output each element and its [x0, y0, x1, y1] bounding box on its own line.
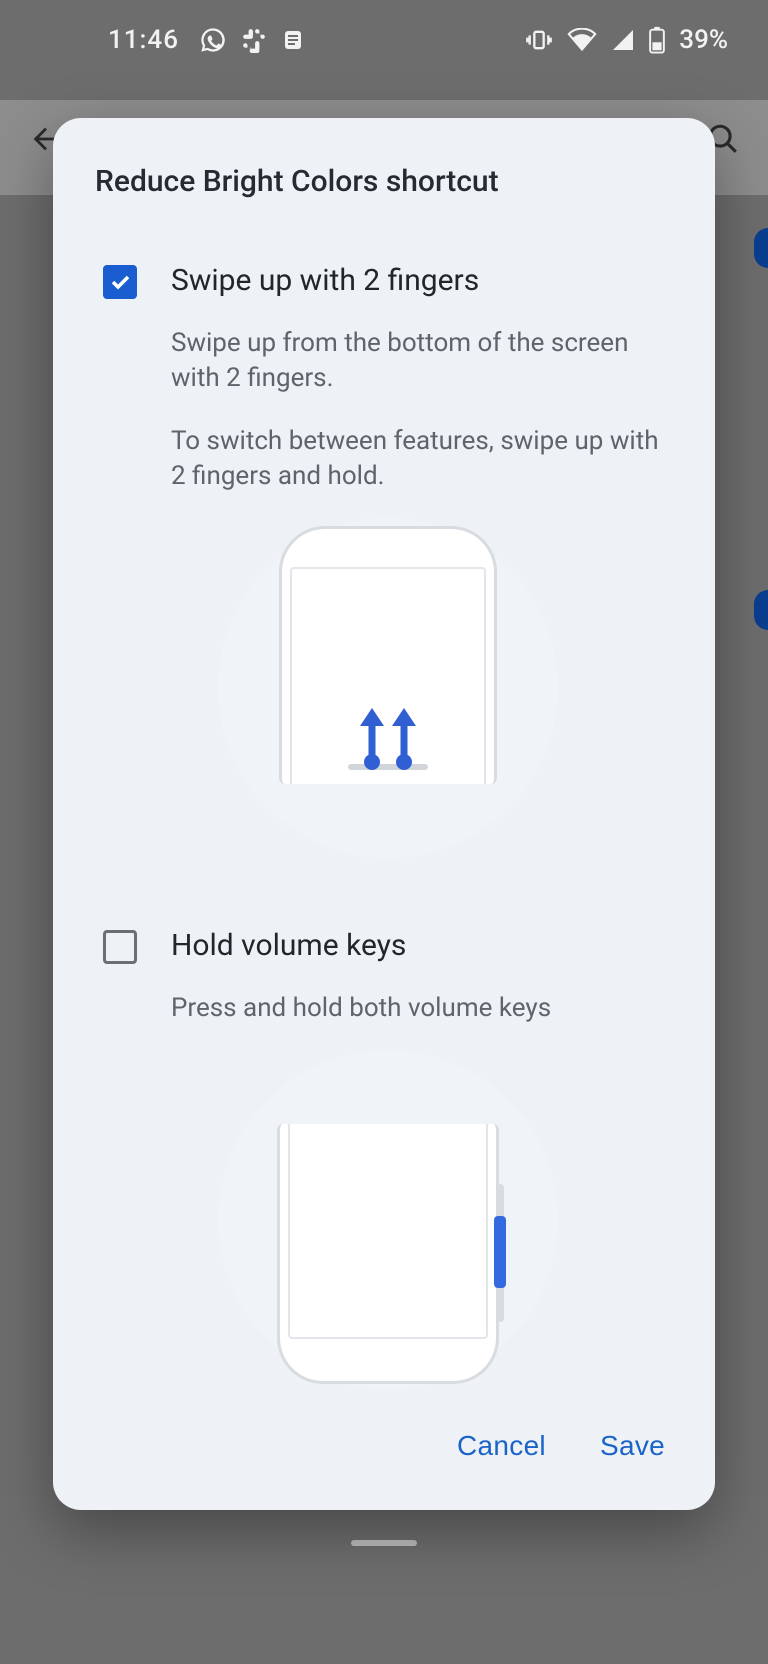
slack-icon	[241, 27, 267, 53]
vibrate-icon	[525, 26, 553, 54]
checkbox-volume-keys[interactable]	[103, 930, 137, 964]
background-toggle	[754, 228, 768, 268]
option-swipe-up[interactable]: Swipe up with 2 fingers Swipe up from th…	[53, 219, 715, 868]
option-title: Hold volume keys	[171, 928, 673, 963]
dialog-body: Swipe up with 2 fingers Swipe up from th…	[53, 219, 715, 1400]
status-bar: 11:46 39%	[0, 0, 768, 80]
option-title: Swipe up with 2 fingers	[171, 263, 673, 298]
document-icon	[281, 28, 305, 52]
battery-icon	[649, 26, 665, 54]
cancel-button[interactable]: Cancel	[457, 1430, 546, 1462]
illustration-volume	[103, 1026, 673, 1400]
dialog-actions: Cancel Save	[53, 1400, 715, 1510]
whatsapp-icon	[199, 26, 227, 54]
option-desc: Swipe up from the bottom of the screen w…	[171, 326, 673, 396]
battery-percent: 39%	[679, 25, 728, 55]
option-desc: Press and hold both volume keys	[171, 991, 673, 1026]
option-volume-keys[interactable]: Hold volume keys Press and hold both vol…	[53, 868, 715, 1400]
shortcut-dialog: Reduce Bright Colors shortcut Swipe up w…	[53, 118, 715, 1510]
signal-icon	[611, 28, 635, 52]
checkbox-swipe-up[interactable]	[103, 265, 137, 299]
status-right: 39%	[525, 25, 728, 55]
status-left: 11:46	[108, 25, 305, 55]
illustration-swipe	[103, 494, 673, 868]
swipe-arrows-icon	[361, 708, 415, 770]
save-button[interactable]: Save	[600, 1430, 665, 1462]
option-desc: To switch between features, swipe up wit…	[171, 424, 673, 494]
home-indicator	[351, 1540, 417, 1546]
background-toggle	[754, 590, 768, 630]
volume-key-icon	[494, 1216, 506, 1288]
status-time: 11:46	[108, 25, 179, 55]
wifi-icon	[567, 28, 597, 52]
dialog-title: Reduce Bright Colors shortcut	[53, 164, 715, 219]
